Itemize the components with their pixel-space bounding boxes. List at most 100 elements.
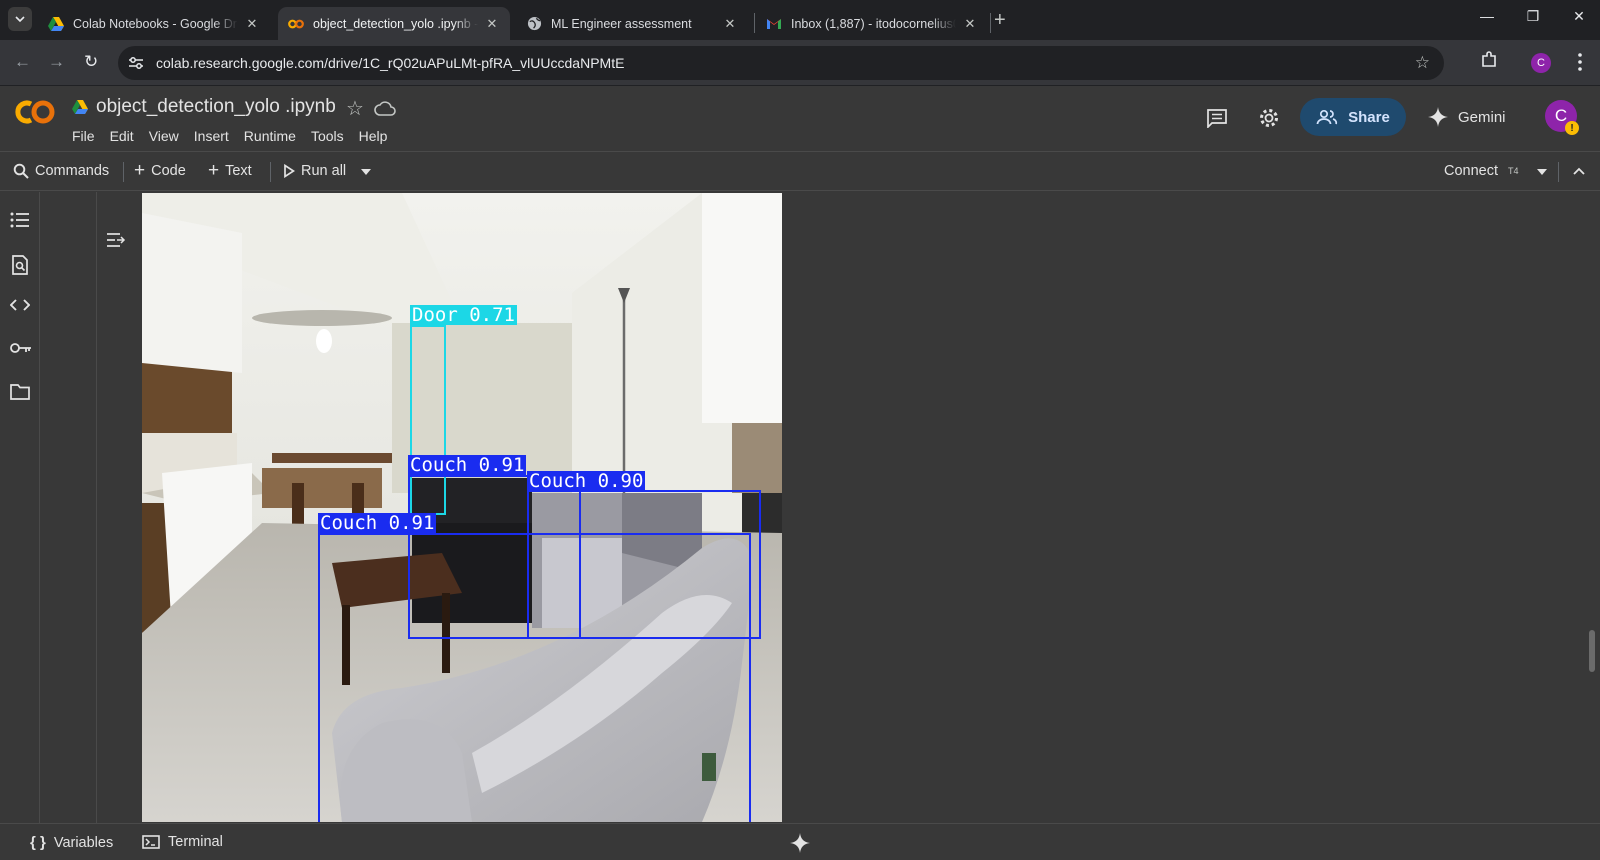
detection-box-couch <box>318 533 751 822</box>
terminal-button[interactable]: Terminal <box>142 834 223 850</box>
colab-logo-icon <box>288 16 304 32</box>
google-drive-icon <box>48 16 64 32</box>
close-tab-icon[interactable]: ✕ <box>722 16 738 32</box>
runtime-type-label: T4 <box>1508 166 1519 176</box>
browser-tab-strip: Colab Notebooks - Google Drive ✕ object_… <box>0 0 1600 40</box>
forward-arrow-icon[interactable]: → <box>48 52 65 72</box>
browser-toolbar: ← → ↻ colab.research.google.com/drive/1C… <box>0 40 1600 86</box>
commands-button[interactable]: Commands <box>13 163 109 179</box>
tab-ml-engineer-assessment[interactable]: ML Engineer assessment ✕ <box>516 7 748 40</box>
add-code-cell-button[interactable]: + Code <box>134 161 186 180</box>
url-text: colab.research.google.com/drive/1C_rQ02u… <box>156 55 625 71</box>
close-tab-icon[interactable]: ✕ <box>962 16 978 32</box>
toolbar-divider <box>270 162 271 182</box>
new-tab-button[interactable]: + <box>994 10 1006 30</box>
variables-button[interactable]: { } Variables <box>30 834 113 851</box>
share-label: Share <box>1348 108 1390 126</box>
find-replace-icon[interactable] <box>10 255 30 275</box>
tab-divider <box>754 13 755 33</box>
menu-file[interactable]: File <box>72 128 95 144</box>
warning-badge: ! <box>1565 121 1579 135</box>
variables-label: Variables <box>53 834 114 851</box>
colab-header: object_detection_yolo .ipynb ☆ File Edit… <box>0 86 1600 152</box>
comments-icon[interactable] <box>1206 108 1228 128</box>
cloud-saved-icon[interactable] <box>374 100 396 116</box>
browser-profile-avatar[interactable]: C <box>1531 53 1551 73</box>
search-icon <box>13 163 29 179</box>
bookmark-star-icon[interactable]: ☆ <box>1415 53 1430 73</box>
detection-label-couch: Couch 0.90 <box>527 470 646 492</box>
close-window-button[interactable]: ✕ <box>1556 8 1600 25</box>
toolbar-divider <box>1558 162 1559 182</box>
address-bar[interactable]: colab.research.google.com/drive/1C_rQ02u… <box>118 46 1444 80</box>
gemini-sparkle-icon[interactable] <box>790 833 810 853</box>
menu-tools[interactable]: Tools <box>311 128 344 144</box>
menu-help[interactable]: Help <box>359 128 388 144</box>
globe-icon <box>526 16 542 32</box>
run-all-button[interactable]: Run all <box>283 163 346 179</box>
notebook-scrollbar[interactable] <box>1589 630 1595 672</box>
settings-gear-icon[interactable] <box>1258 107 1280 129</box>
cell-gutter <box>40 192 126 823</box>
share-button[interactable]: Share <box>1300 98 1406 136</box>
menu-bar: File Edit View Insert Runtime Tools Help <box>72 128 387 144</box>
tab-object-detection-notebook[interactable]: object_detection_yolo .ipynb - Colab ✕ <box>278 7 510 40</box>
restore-window-button[interactable]: ❐ <box>1510 8 1556 25</box>
table-of-contents-icon[interactable] <box>10 212 30 228</box>
code-snippets-icon[interactable] <box>10 298 30 312</box>
terminal-label: Terminal <box>168 834 223 850</box>
commands-label: Commands <box>35 163 110 179</box>
toolbar-divider <box>123 162 124 182</box>
tab-colab-notebooks-drive[interactable]: Colab Notebooks - Google Drive ✕ <box>38 7 270 40</box>
star-icon[interactable]: ☆ <box>346 96 364 121</box>
output-actions-icon[interactable] <box>106 232 126 248</box>
gmail-icon <box>766 16 782 32</box>
notebook-toolbar: Commands + Code + Text Run all Connect T… <box>0 153 1600 191</box>
site-settings-icon[interactable] <box>128 56 144 70</box>
google-drive-icon <box>72 100 88 114</box>
minimize-window-button[interactable]: — <box>1464 8 1510 24</box>
detection-output-image: Door 0.71 Couch 0.91 Couch 0.90 Couch 0.… <box>142 193 782 822</box>
tab-divider <box>990 13 991 33</box>
plus-icon: + <box>208 160 220 181</box>
secrets-key-icon[interactable] <box>10 342 32 354</box>
tab-title: Colab Notebooks - Google Drive <box>73 16 238 31</box>
play-icon <box>284 164 295 178</box>
left-side-rail <box>0 192 40 823</box>
gemini-button[interactable]: Gemini <box>1428 98 1506 136</box>
more-vertical-icon[interactable] <box>1578 53 1582 71</box>
gemini-sparkle-icon <box>1428 107 1448 127</box>
close-tab-icon[interactable]: ✕ <box>244 16 260 32</box>
connect-label: Connect <box>1444 163 1499 179</box>
colab-logo[interactable] <box>14 98 56 126</box>
tab-title: ML Engineer assessment <box>551 16 692 31</box>
terminal-icon <box>142 835 160 849</box>
add-text-cell-button[interactable]: + Text <box>208 160 252 181</box>
menu-insert[interactable]: Insert <box>194 128 229 144</box>
chevron-down-icon <box>15 16 25 23</box>
detection-label-couch: Couch 0.91 <box>408 454 527 476</box>
detection-label-door: Door 0.71 <box>410 304 517 326</box>
bottom-status-bar: { } Variables Terminal <box>0 823 1600 860</box>
detection-label-couch: Couch 0.91 <box>318 512 437 534</box>
tab-title: Inbox (1,887) - itodocornelius0@gmail.co… <box>791 16 956 31</box>
notebook-title[interactable]: object_detection_yolo .ipynb <box>96 96 336 118</box>
tab-search-button[interactable] <box>8 7 32 31</box>
close-tab-icon[interactable]: ✕ <box>484 16 500 32</box>
text-label: Text <box>225 163 252 179</box>
braces-icon: { } <box>30 834 46 851</box>
menu-view[interactable]: View <box>149 128 179 144</box>
reload-icon[interactable]: ↻ <box>84 52 98 72</box>
collapse-header-icon[interactable] <box>1573 167 1585 175</box>
run-all-label: Run all <box>301 163 347 179</box>
run-all-dropdown-icon[interactable] <box>361 169 371 175</box>
connect-dropdown-icon[interactable] <box>1537 169 1547 175</box>
tab-title: object_detection_yolo .ipynb - Colab <box>313 16 478 31</box>
connect-button[interactable]: Connect T4 <box>1444 163 1519 179</box>
tab-gmail-inbox[interactable]: Inbox (1,887) - itodocornelius0@gmail.co… <box>756 7 988 40</box>
menu-runtime[interactable]: Runtime <box>244 128 296 144</box>
menu-edit[interactable]: Edit <box>110 128 134 144</box>
files-folder-icon[interactable] <box>10 384 30 400</box>
extensions-icon[interactable] <box>1480 51 1498 69</box>
back-arrow-icon[interactable]: ← <box>14 52 31 72</box>
